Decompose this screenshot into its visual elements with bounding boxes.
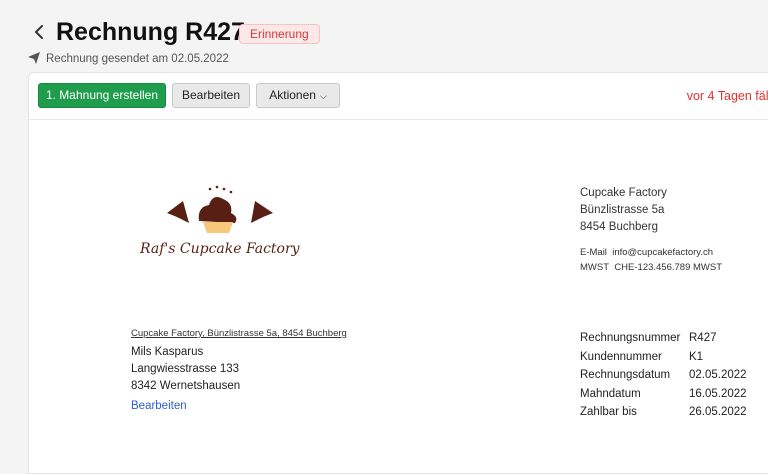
invoice-panel: 1. Mahnung erstellen Bearbeiten Aktionen… [28,72,768,474]
meta-row: Mahndatum 16.05.2022 [580,385,747,404]
sender-line: Cupcake Factory, Bünzlistrasse 5a, 8454 … [131,328,347,339]
sent-status-text: Rechnung gesendet am 02.05.2022 [46,53,229,65]
meta-label: Kundennummer [580,350,662,363]
company-vat-row: MWST CHE-123.456.789 MWST [580,260,722,275]
meta-row: Rechnungsnummer R427 [580,329,747,348]
logo-text: Raf's Cupcake Factory [140,241,300,257]
chevron-down-icon: ⌵ [319,91,327,101]
meta-label: Rechnungsnummer [580,332,681,344]
actions-dropdown-button[interactable]: Aktionen ⌵ [256,83,340,108]
recipient-address: Cupcake Factory, Bünzlistrasse 5a, 8454 … [131,327,347,415]
vat-label: MWST [580,262,610,273]
recipient-name: Mils Kasparus [131,346,204,358]
meta-value: R427 [689,332,717,344]
invoice-meta: Rechnungsnummer R427 Kundennummer K1 Rechn… [580,329,747,422]
company-block: Cupcake Factory Bünzlistrasse 5a 8454 Bu… [580,185,722,275]
paper-plane-icon [28,52,40,64]
due-status: vor 4 Tagen fällig [686,89,768,103]
meta-row: Kundennummer K1 [580,348,747,367]
company-name: Cupcake Factory [580,187,667,199]
company-email-row: E-Mail info@cupcakefactory.ch [580,245,722,260]
edit-address-link[interactable]: Bearbeiten [131,398,347,415]
recipient-city: 8342 Wernetshausen [131,380,241,392]
recipient-street: Langwiesstrasse 133 [131,363,240,375]
status-badge: Erinnerung [239,24,320,44]
create-reminder-button[interactable]: 1. Mahnung erstellen [38,83,166,108]
meta-row: Zahlbar bis 26.05.2022 [580,403,747,422]
company-street: Bünzlistrasse 5a [580,204,665,216]
back-chevron-icon[interactable] [32,22,48,42]
company-email: info@cupcakefactory.ch [612,247,714,258]
meta-value: 02.05.2022 [689,369,747,381]
meta-label: Zahlbar bis [580,406,637,418]
page-title: Rechnung R427 [56,18,245,46]
meta-value: 16.05.2022 [689,387,747,400]
meta-value: 26.05.2022 [689,406,747,418]
meta-label: Rechnungsdatum [580,369,671,381]
actions-label: Aktionen [269,88,316,102]
meta-label: Mahndatum [580,387,641,400]
page-header: Rechnung R427 Erinnerung Rechnung gesend… [0,0,768,72]
email-label: E-Mail [580,247,607,258]
toolbar: 1. Mahnung erstellen Bearbeiten Aktionen… [29,73,768,120]
company-vat: CHE-123.456.789 MWST [614,262,723,273]
meta-value: K1 [689,350,704,363]
sent-status: Rechnung gesendet am 02.05.2022 [28,52,229,66]
company-city: 8454 Buchberg [580,221,659,233]
edit-button[interactable]: Bearbeiten [172,83,250,108]
meta-row: Rechnungsdatum 02.05.2022 [580,366,747,385]
